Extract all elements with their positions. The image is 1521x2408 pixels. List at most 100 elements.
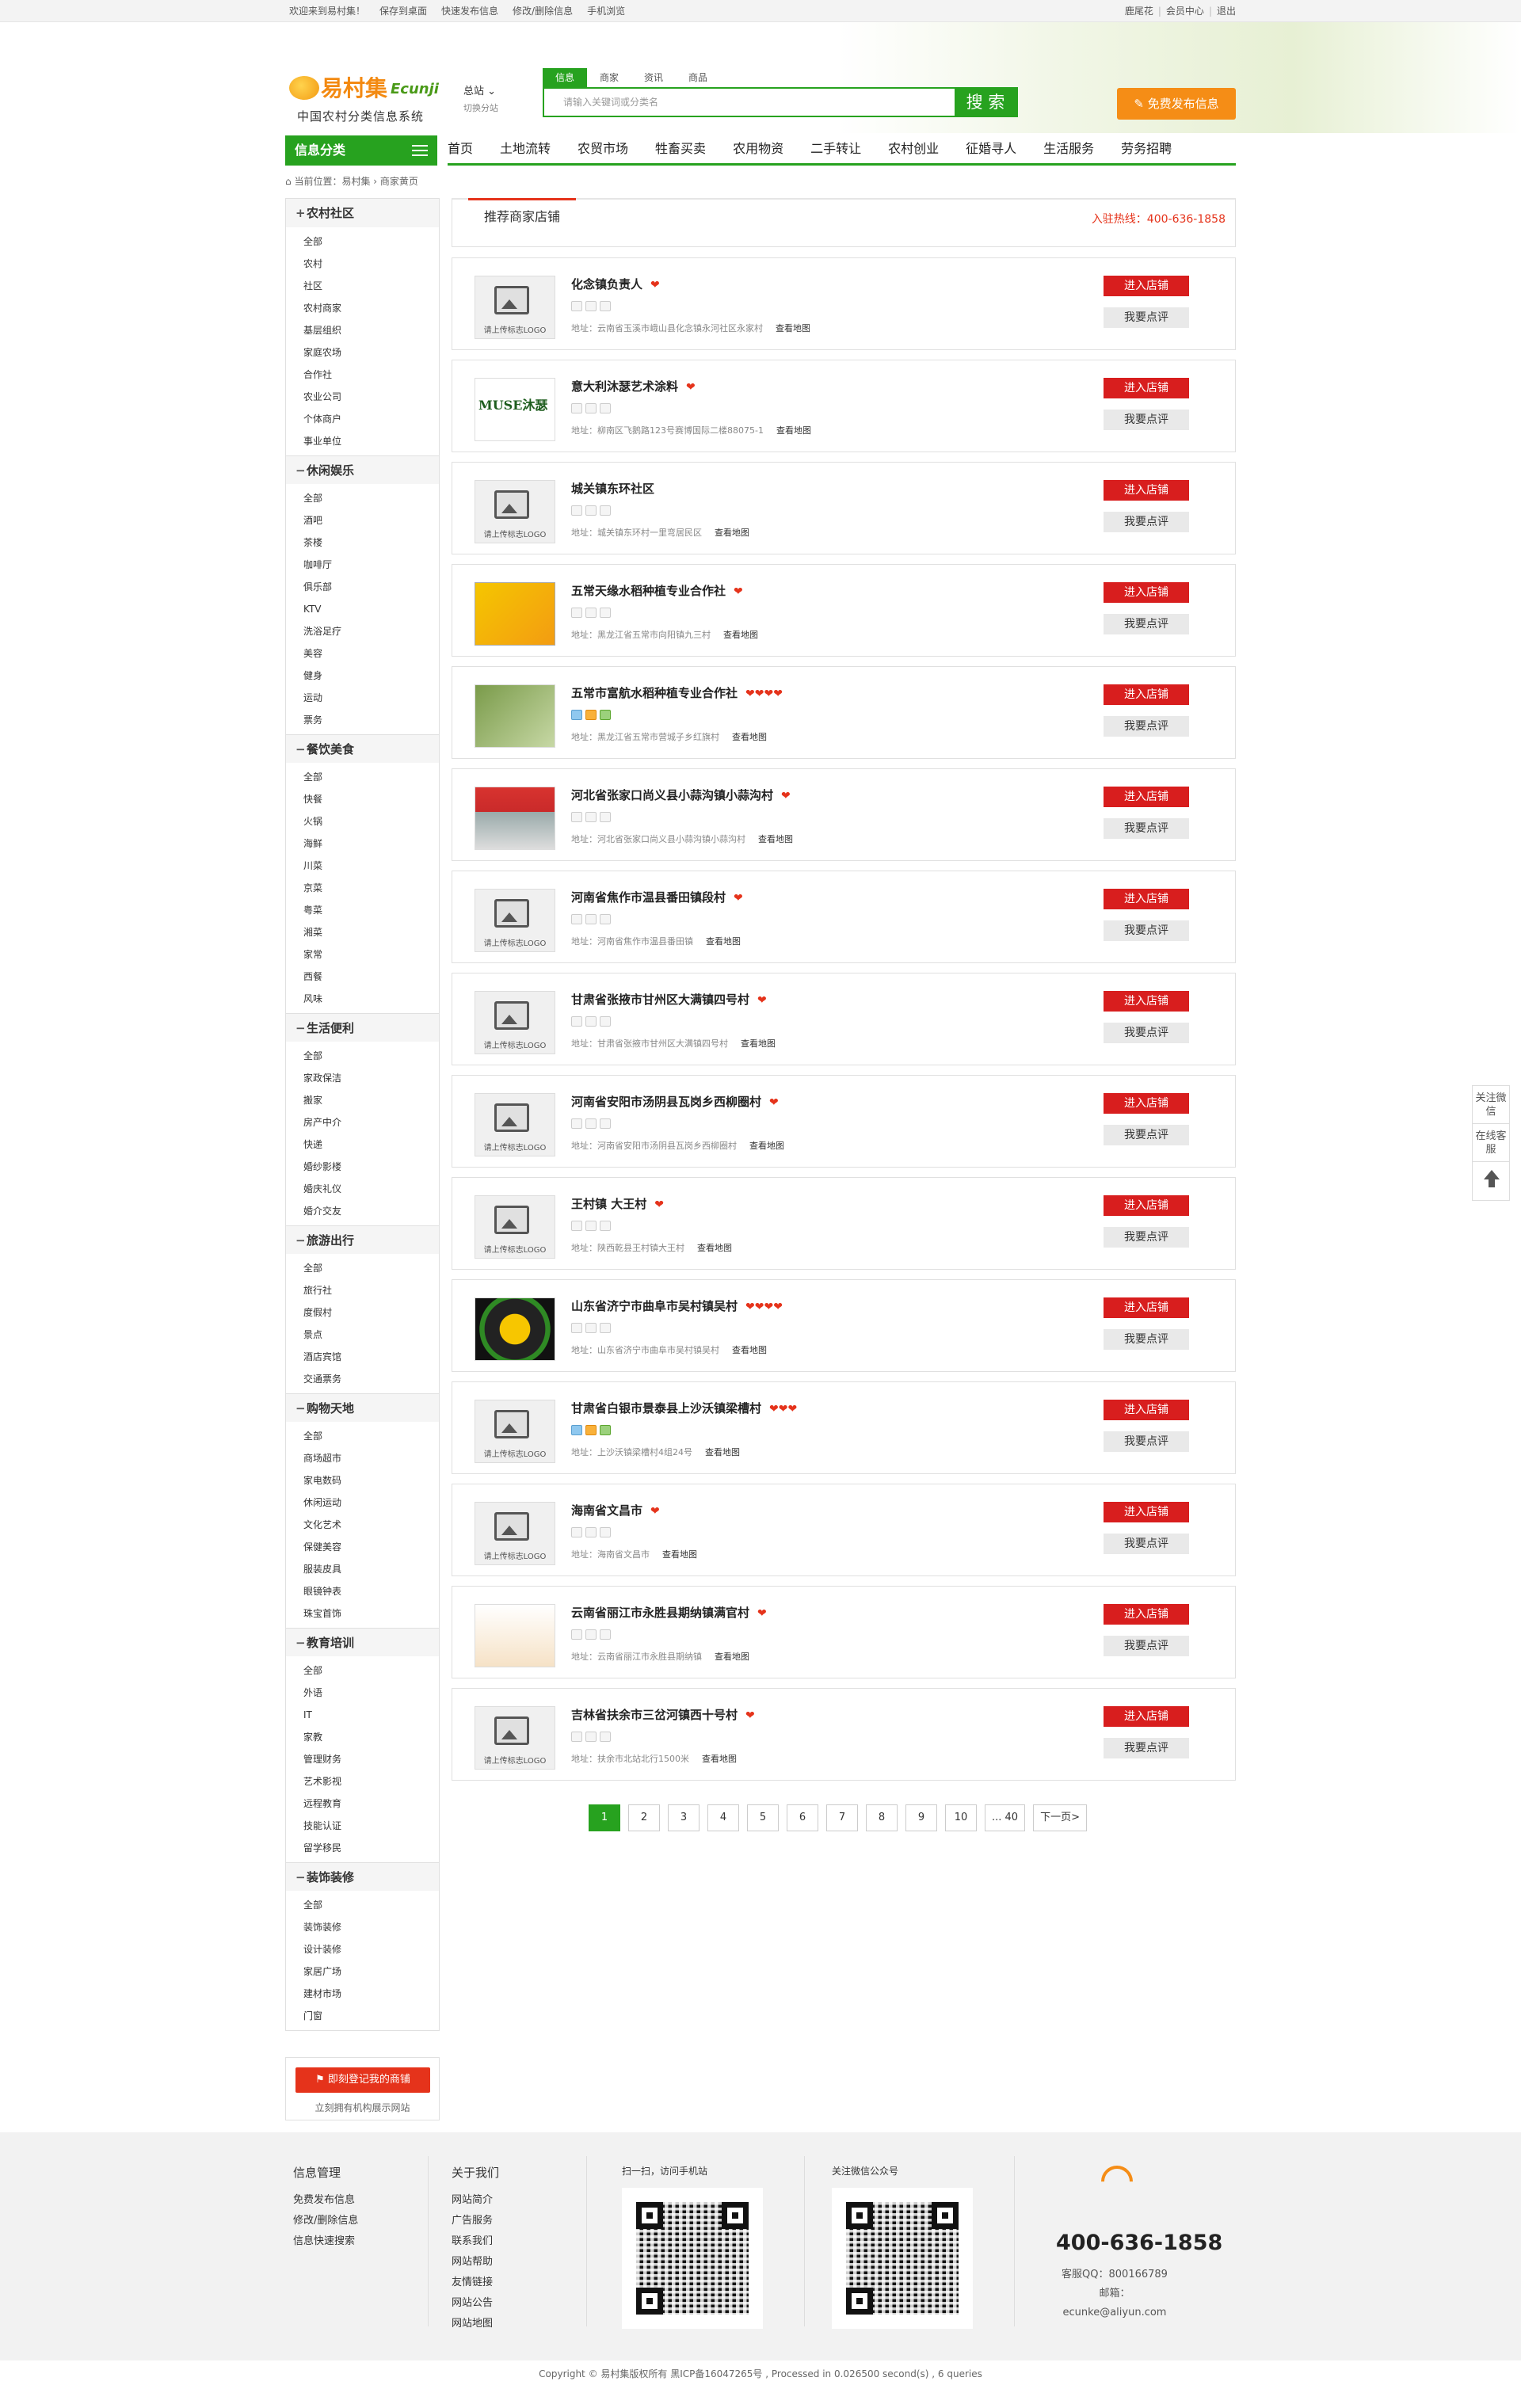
sidebar-item[interactable]: 基层组织 xyxy=(303,319,439,341)
sidebar-item[interactable]: 婚介交友 xyxy=(303,1200,439,1222)
search-tab-3[interactable]: 商品 xyxy=(676,68,720,87)
sidebar-item[interactable]: 度假村 xyxy=(303,1301,439,1324)
enter-shop-button[interactable]: 进入店铺 xyxy=(1104,889,1189,909)
footer-link[interactable]: 修改/删除信息 xyxy=(293,2215,358,2227)
shop-logo[interactable] xyxy=(475,684,555,748)
shop-logo[interactable]: 请上传标志LOGO xyxy=(475,1502,555,1565)
sidebar-item[interactable]: 海鲜 xyxy=(303,833,439,855)
sidebar-item[interactable]: 门窗 xyxy=(303,2005,439,2027)
view-map-link[interactable]: 查看地图 xyxy=(776,323,810,333)
sidebar-item[interactable]: 风味 xyxy=(303,988,439,1010)
view-map-link[interactable]: 查看地图 xyxy=(705,1447,740,1457)
sidebar-item[interactable]: 旅行社 xyxy=(303,1279,439,1301)
nav-link-3[interactable]: 牲畜买卖 xyxy=(655,135,706,163)
shop-name[interactable]: 王村镇 大王村 ❤ xyxy=(571,1195,664,1212)
enter-shop-button[interactable]: 进入店铺 xyxy=(1104,1093,1189,1114)
shop-logo[interactable]: 请上传标志LOGO xyxy=(475,276,555,339)
review-button[interactable]: 我要点评 xyxy=(1104,410,1189,430)
member-center-link[interactable]: 会员中心 xyxy=(1166,0,1204,22)
shop-name[interactable]: 海南省文昌市 ❤ xyxy=(571,1502,660,1518)
nav-link-8[interactable]: 生活服务 xyxy=(1043,135,1094,163)
sidebar-item[interactable]: 珠宝首饰 xyxy=(303,1602,439,1625)
sidebar-item[interactable]: 全部 xyxy=(303,1425,439,1447)
shop-name[interactable]: 城关镇东环社区 xyxy=(571,480,662,497)
page-button[interactable]: 6 xyxy=(787,1804,818,1831)
category-menu-button[interactable]: 信息分类 xyxy=(285,135,437,166)
view-map-link[interactable]: 查看地图 xyxy=(741,1038,776,1049)
sidebar-item[interactable]: 技能认证 xyxy=(303,1815,439,1837)
review-button[interactable]: 我要点评 xyxy=(1104,1534,1189,1554)
sidebar-item[interactable]: 保健美容 xyxy=(303,1536,439,1558)
sidebar-item[interactable]: 建材市场 xyxy=(303,1983,439,2005)
enter-shop-button[interactable]: 进入店铺 xyxy=(1104,1297,1189,1318)
next-page-button[interactable]: 下一页> xyxy=(1033,1804,1087,1831)
page-button[interactable]: 9 xyxy=(905,1804,937,1831)
view-map-link[interactable]: 查看地图 xyxy=(749,1141,784,1151)
page-button[interactable]: 4 xyxy=(707,1804,739,1831)
sidebar-item[interactable]: 全部 xyxy=(303,766,439,788)
shop-name[interactable]: 吉林省扶余市三岔河镇西十号村 ❤ xyxy=(571,1706,755,1723)
page-button[interactable]: ... 40 xyxy=(985,1804,1026,1831)
footer-link[interactable]: 网站公告 xyxy=(452,2297,493,2309)
search-input[interactable]: 请输入关键词或分类名 xyxy=(544,89,955,116)
switch-station-link[interactable]: 切换分站 xyxy=(463,101,498,114)
shop-logo[interactable]: MUSE沐瑟 xyxy=(475,378,555,441)
sidebar-item[interactable]: 搬家 xyxy=(303,1089,439,1111)
review-button[interactable]: 我要点评 xyxy=(1104,716,1189,737)
sidebar-item[interactable]: 景点 xyxy=(303,1324,439,1346)
sidebar-item[interactable]: 全部 xyxy=(303,1894,439,1916)
sidebar-item[interactable]: 设计装修 xyxy=(303,1938,439,1960)
sidebar-item[interactable]: 快递 xyxy=(303,1134,439,1156)
review-button[interactable]: 我要点评 xyxy=(1104,1023,1189,1043)
sidebar-item[interactable]: 全部 xyxy=(303,231,439,253)
review-button[interactable]: 我要点评 xyxy=(1104,307,1189,328)
sidebar-item[interactable]: 商场超市 xyxy=(303,1447,439,1469)
shop-name[interactable]: 甘肃省张掖市甘州区大满镇四号村 ❤ xyxy=(571,991,767,1008)
sidebar-item[interactable]: 留学移民 xyxy=(303,1837,439,1859)
page-button[interactable]: 2 xyxy=(628,1804,660,1831)
sidebar-item[interactable]: 酒吧 xyxy=(303,509,439,532)
view-map-link[interactable]: 查看地图 xyxy=(758,834,793,844)
shop-name[interactable]: 五常市富航水稻种植专业合作社 ❤❤❤❤ xyxy=(571,684,783,701)
enter-shop-button[interactable]: 进入店铺 xyxy=(1104,1195,1189,1216)
sidebar-group-title[interactable]: −教育培训 xyxy=(286,1628,439,1656)
footer-link[interactable]: 信息快速搜索 xyxy=(293,2235,355,2247)
tab-recommended-shops[interactable]: 推荐商家店铺 xyxy=(468,198,577,233)
page-button[interactable]: 5 xyxy=(747,1804,779,1831)
station-selector[interactable]: 总站 ⌄ xyxy=(463,82,496,97)
sidebar-item[interactable]: 火锅 xyxy=(303,810,439,833)
shop-logo[interactable]: 请上传标志LOGO xyxy=(475,1400,555,1463)
sidebar-item[interactable]: 全部 xyxy=(303,1659,439,1682)
sidebar-item[interactable]: 农村 xyxy=(303,253,439,275)
sidebar-item[interactable]: 装饰装修 xyxy=(303,1916,439,1938)
back-to-top-button[interactable] xyxy=(1473,1162,1509,1200)
sidebar-item[interactable]: 川菜 xyxy=(303,855,439,877)
enter-shop-button[interactable]: 进入店铺 xyxy=(1104,1604,1189,1625)
enter-shop-button[interactable]: 进入店铺 xyxy=(1104,1502,1189,1522)
nav-link-0[interactable]: 首页 xyxy=(448,135,473,163)
edit-delete-link[interactable]: 修改/删除信息 xyxy=(513,0,573,22)
sidebar-group-title[interactable]: −装饰装修 xyxy=(286,1862,439,1891)
shop-logo[interactable] xyxy=(475,1297,555,1361)
username-link[interactable]: 鹿尾花 xyxy=(1125,0,1153,22)
footer-link[interactable]: 免费发布信息 xyxy=(293,2194,355,2206)
nav-link-5[interactable]: 二手转让 xyxy=(810,135,861,163)
sidebar-item[interactable]: 咖啡厅 xyxy=(303,554,439,576)
view-map-link[interactable]: 查看地图 xyxy=(776,425,811,436)
sidebar-item[interactable]: 全部 xyxy=(303,1045,439,1067)
sidebar-group-title[interactable]: −购物天地 xyxy=(286,1393,439,1422)
sidebar-item[interactable]: 婚纱影楼 xyxy=(303,1156,439,1178)
page-button[interactable]: 7 xyxy=(826,1804,858,1831)
quick-post-link[interactable]: 快速发布信息 xyxy=(441,0,498,22)
page-button[interactable]: 8 xyxy=(866,1804,898,1831)
sidebar-item[interactable]: IT xyxy=(303,1704,439,1726)
sidebar-item[interactable]: 休闲运动 xyxy=(303,1492,439,1514)
sidebar-item[interactable]: 管理财务 xyxy=(303,1748,439,1770)
sidebar-item[interactable]: 美容 xyxy=(303,642,439,665)
review-button[interactable]: 我要点评 xyxy=(1104,1329,1189,1350)
sidebar-item[interactable]: 社区 xyxy=(303,275,439,297)
review-button[interactable]: 我要点评 xyxy=(1104,818,1189,839)
logout-link[interactable]: 退出 xyxy=(1217,0,1236,22)
sidebar-item[interactable]: 远程教育 xyxy=(303,1793,439,1815)
sidebar-item[interactable]: KTV xyxy=(303,598,439,620)
